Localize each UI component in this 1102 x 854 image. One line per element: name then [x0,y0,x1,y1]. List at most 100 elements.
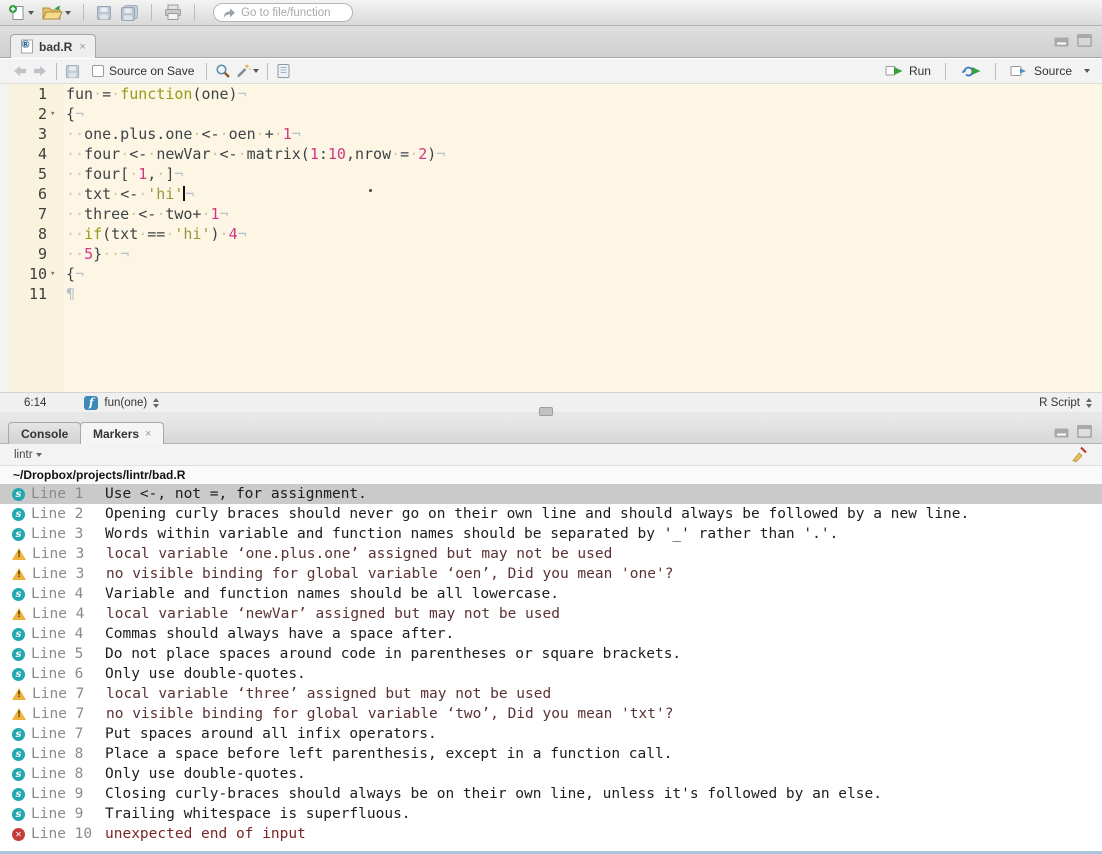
marker-row[interactable]: sLine 9Closing curly-braces should alway… [0,784,1102,804]
style-icon: s [12,508,25,521]
marker-row[interactable]: sLine 4Commas should always have a space… [0,624,1102,644]
marker-message: Words within variable and function names… [105,526,838,542]
function-scope-icon: f [84,396,98,410]
marker-row[interactable]: sLine 7Put spaces around all infix opera… [0,724,1102,744]
marker-message: Opening curly braces should never go on … [105,506,969,522]
save-source-button[interactable] [63,60,82,82]
marker-row[interactable]: sLine 5Do not place spaces around code i… [0,644,1102,664]
code-tools-caret-icon [253,69,259,73]
source-button[interactable]: Source [1008,60,1074,82]
marker-line-label: Line 4 [32,606,106,622]
marker-row[interactable]: sLine 8Only use double-quotes. [0,764,1102,784]
code-line-11[interactable]: ¶ [66,284,1102,304]
code-line-6[interactable]: ··txt·<-·'hi'¬ [66,184,1102,204]
goto-file-function-input[interactable]: Go to file/function [213,3,353,22]
code-editor[interactable]: 12▾345678910▾11 fun·=·function(one)¬{¬··… [0,84,1102,392]
code-line-5[interactable]: ··four[·1,·]¬ [66,164,1102,184]
marker-row[interactable]: !Line 3no visible binding for global var… [0,564,1102,584]
gutter-line-6[interactable]: 6 [9,184,64,204]
marker-row[interactable]: !Line 3local variable ‘one.plus.one’ ass… [0,544,1102,564]
marker-row[interactable]: ✕Line 10unexpected end of input [0,824,1102,844]
open-file-caret-icon [65,11,71,15]
warning-icon: ! [12,568,26,581]
save-button[interactable] [94,2,114,24]
marker-row[interactable]: !Line 4local variable ‘newVar’ assigned … [0,604,1102,624]
source-on-save-checkbox[interactable] [92,65,104,77]
marker-row[interactable]: sLine 4Variable and function names shoul… [0,584,1102,604]
code-line-10[interactable]: {¬ [66,264,1102,284]
marker-row[interactable]: !Line 7no visible binding for global var… [0,704,1102,724]
maximize-pane-icon[interactable] [1077,425,1092,438]
scope-updown-icon [153,398,159,408]
goto-placeholder: Go to file/function [241,7,331,19]
minimize-pane-icon[interactable] [1054,426,1069,438]
tab-bad-r[interactable]: R bad.R × [10,34,96,58]
run-button[interactable]: Run [883,60,933,82]
marker-row[interactable]: s Line 6Only use double-quotes. [0,664,1102,684]
marker-row[interactable]: sLine 3Words within variable and functio… [0,524,1102,544]
marker-row[interactable]: sLine 8Place a space before left parenth… [0,744,1102,764]
marker-line-label: Line 6 [31,666,105,682]
code-line-7[interactable]: ··three·<-·two+·1¬ [66,204,1102,224]
style-icon: s [12,788,25,801]
gutter-line-2[interactable]: 2▾ [9,104,64,124]
code-line-2[interactable]: {¬ [66,104,1102,124]
marker-line-label: Line 4 [31,626,105,642]
marker-message: Only use double-quotes. [105,666,306,682]
new-file-button[interactable] [6,2,36,24]
find-replace-button[interactable] [213,60,233,82]
style-icon: s [12,668,25,681]
error-icon: ✕ [12,828,25,841]
tab-console[interactable]: Console [8,422,81,444]
fold-arrow-icon[interactable]: ▾ [50,264,64,284]
rerun-button[interactable] [958,60,983,82]
editor-code[interactable]: fun·=·function(one)¬{¬··one.plus.one·<-·… [66,84,1102,392]
gutter-line-8[interactable]: 8 [9,224,64,244]
save-all-button[interactable] [118,2,141,24]
minimize-pane-icon[interactable] [1054,35,1069,47]
gutter-line-5[interactable]: 5 [9,164,64,184]
marker-line-label: Line 9 [31,786,105,802]
marker-row[interactable]: sLine 9Trailing whitespace is superfluou… [0,804,1102,824]
gutter-line-3[interactable]: 3 [9,124,64,144]
source-options-button[interactable] [1080,60,1092,82]
code-line-1[interactable]: fun·=·function(one)¬ [66,84,1102,104]
markers-tab-close-icon[interactable]: × [145,428,151,440]
line-number: 7 [9,204,50,224]
maximize-pane-icon[interactable] [1077,34,1092,47]
clear-markers-button[interactable] [1071,446,1088,463]
scope-selector[interactable]: fun(one) [104,397,147,409]
toolbar-separator [945,63,946,80]
gutter-line-10[interactable]: 10▾ [9,264,64,284]
run-icon [885,64,905,78]
code-line-3[interactable]: ··one.plus.one·<-·oen·+·1¬ [66,124,1102,144]
marker-line-label: Line 3 [32,546,106,562]
marker-row[interactable]: !Line 7local variable ‘three’ assigned b… [0,684,1102,704]
open-file-button[interactable] [40,2,73,24]
marker-message: Only use double-quotes. [105,766,306,782]
tab-close-icon[interactable]: × [79,41,85,53]
compile-notebook-button[interactable] [274,60,293,82]
splitter-grip[interactable] [539,407,553,416]
marker-set-selector[interactable]: lintr [14,449,33,461]
gutter-line-9[interactable]: 9 [9,244,64,264]
code-line-9[interactable]: ··5}··¬ [66,244,1102,264]
code-line-8[interactable]: ··if(txt·==·'hi')·4¬ [66,224,1102,244]
code-tools-button[interactable] [233,60,261,82]
markers-tab-label: Markers [93,427,139,441]
tab-markers[interactable]: Markers × [80,422,164,444]
breakpoint-margin[interactable] [0,84,9,392]
print-button[interactable] [162,2,184,24]
marker-row[interactable]: sLine 1Use <-, not =, for assignment. [0,484,1102,504]
fold-arrow-icon[interactable]: ▾ [50,104,64,124]
marker-row[interactable]: sLine 2Opening curly braces should never… [0,504,1102,524]
gutter-line-4[interactable]: 4 [9,144,64,164]
gutter-line-1[interactable]: 1 [9,84,64,104]
back-button[interactable] [10,60,30,82]
forward-button[interactable] [30,60,50,82]
file-type-selector[interactable]: R Script [1039,397,1092,409]
gutter-line-11[interactable]: 11 [9,284,64,304]
code-line-4[interactable]: ··four·<-·newVar·<-·matrix(1:10,nrow·=·2… [66,144,1102,164]
gutter-line-7[interactable]: 7 [9,204,64,224]
marker-set-caret-icon [36,453,42,457]
